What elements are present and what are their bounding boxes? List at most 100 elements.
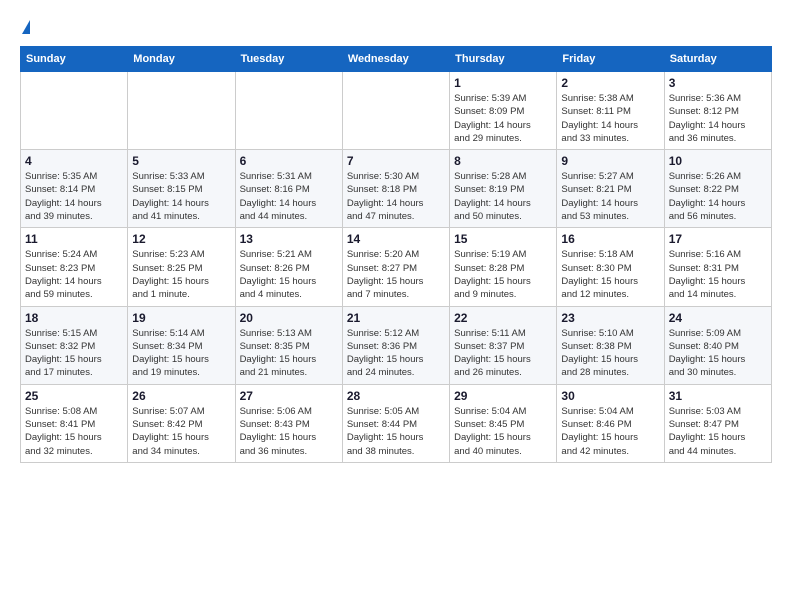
calendar-day-cell: 29Sunrise: 5:04 AMSunset: 8:45 PMDayligh… — [450, 384, 557, 462]
day-info: Sunrise: 5:38 AMSunset: 8:11 PMDaylight:… — [561, 92, 659, 145]
day-number: 15 — [454, 232, 552, 246]
logo-triangle-icon — [22, 20, 30, 34]
calendar-day-cell: 6 Sunrise: 5:31 AMSunset: 8:16 PMDaylight… — [235, 150, 342, 228]
day-info: Sunrise: 5:36 AMSunset: 8:12 PMDaylight:… — [669, 92, 767, 145]
day-info: Sunrise: 5:06 AMSunset: 8:43 PMDaylight:… — [240, 405, 338, 458]
day-info: Sunrise: 5:27 AMSunset: 8:21 PMDaylight:… — [561, 170, 659, 223]
calendar-day-cell — [342, 72, 449, 150]
day-number: 17 — [669, 232, 767, 246]
day-number: 5 — [132, 154, 230, 168]
calendar-week-row: 4 Sunrise: 5:35 AMSunset: 8:14 PMDaylight… — [21, 150, 772, 228]
day-info: Sunrise: 5:12 AMSunset: 8:36 PMDaylight:… — [347, 327, 445, 380]
day-number: 16 — [561, 232, 659, 246]
day-number: 6 — [240, 154, 338, 168]
calendar-day-cell: 17 Sunrise: 5:16 AMSunset: 8:31 PMDayligh… — [664, 228, 771, 306]
calendar-day-cell: 3 Sunrise: 5:36 AMSunset: 8:12 PMDaylight… — [664, 72, 771, 150]
calendar-week-row: 18 Sunrise: 5:15 AMSunset: 8:32 PMDayligh… — [21, 306, 772, 384]
calendar-day-cell: 12 Sunrise: 5:23 AMSunset: 8:25 PMDayligh… — [128, 228, 235, 306]
calendar-day-cell — [128, 72, 235, 150]
day-number: 30 — [561, 389, 659, 403]
day-info: Sunrise: 5:33 AMSunset: 8:15 PMDaylight:… — [132, 170, 230, 223]
day-number: 25 — [25, 389, 123, 403]
day-of-week-header: Monday — [128, 47, 235, 72]
calendar-day-cell: 15 Sunrise: 5:19 AMSunset: 8:28 PMDayligh… — [450, 228, 557, 306]
day-of-week-header: Tuesday — [235, 47, 342, 72]
calendar-day-cell: 24 Sunrise: 5:09 AMSunset: 8:40 PMDayligh… — [664, 306, 771, 384]
day-number: 7 — [347, 154, 445, 168]
day-number: 10 — [669, 154, 767, 168]
day-info: Sunrise: 5:07 AMSunset: 8:42 PMDaylight:… — [132, 405, 230, 458]
day-info: Sunrise: 5:11 AMSunset: 8:37 PMDaylight:… — [454, 327, 552, 380]
calendar-week-row: 1Sunrise: 5:39 AMSunset: 8:09 PMDaylight… — [21, 72, 772, 150]
day-info: Sunrise: 5:28 AMSunset: 8:19 PMDaylight:… — [454, 170, 552, 223]
calendar-day-cell: 10 Sunrise: 5:26 AMSunset: 8:22 PMDayligh… — [664, 150, 771, 228]
day-info: Sunrise: 5:20 AMSunset: 8:27 PMDaylight:… — [347, 248, 445, 301]
day-number: 21 — [347, 311, 445, 325]
header — [20, 20, 772, 36]
day-info: Sunrise: 5:21 AMSunset: 8:26 PMDaylight:… — [240, 248, 338, 301]
day-info: Sunrise: 5:03 AMSunset: 8:47 PMDaylight:… — [669, 405, 767, 458]
calendar-week-row: 11 Sunrise: 5:24 AMSunset: 8:23 PMDayligh… — [21, 228, 772, 306]
day-number: 11 — [25, 232, 123, 246]
day-of-week-header: Wednesday — [342, 47, 449, 72]
day-info: Sunrise: 5:24 AMSunset: 8:23 PMDaylight:… — [25, 248, 123, 301]
calendar-day-cell: 25Sunrise: 5:08 AMSunset: 8:41 PMDayligh… — [21, 384, 128, 462]
day-number: 24 — [669, 311, 767, 325]
calendar-day-cell: 28 Sunrise: 5:05 AMSunset: 8:44 PMDayligh… — [342, 384, 449, 462]
calendar-day-cell: 23Sunrise: 5:10 AMSunset: 8:38 PMDayligh… — [557, 306, 664, 384]
day-of-week-header: Friday — [557, 47, 664, 72]
logo — [20, 20, 30, 36]
day-number: 22 — [454, 311, 552, 325]
calendar-day-cell: 8 Sunrise: 5:28 AMSunset: 8:19 PMDaylight… — [450, 150, 557, 228]
day-info: Sunrise: 5:18 AMSunset: 8:30 PMDaylight:… — [561, 248, 659, 301]
day-info: Sunrise: 5:14 AMSunset: 8:34 PMDaylight:… — [132, 327, 230, 380]
day-info: Sunrise: 5:26 AMSunset: 8:22 PMDaylight:… — [669, 170, 767, 223]
day-info: Sunrise: 5:31 AMSunset: 8:16 PMDaylight:… — [240, 170, 338, 223]
calendar-day-cell: 11 Sunrise: 5:24 AMSunset: 8:23 PMDayligh… — [21, 228, 128, 306]
day-number: 19 — [132, 311, 230, 325]
calendar-day-cell: 30 Sunrise: 5:04 AMSunset: 8:46 PMDayligh… — [557, 384, 664, 462]
page: SundayMondayTuesdayWednesdayThursdayFrid… — [0, 0, 792, 473]
calendar-week-row: 25Sunrise: 5:08 AMSunset: 8:41 PMDayligh… — [21, 384, 772, 462]
day-info: Sunrise: 5:09 AMSunset: 8:40 PMDaylight:… — [669, 327, 767, 380]
day-number: 28 — [347, 389, 445, 403]
day-info: Sunrise: 5:16 AMSunset: 8:31 PMDaylight:… — [669, 248, 767, 301]
day-number: 14 — [347, 232, 445, 246]
calendar-day-cell — [21, 72, 128, 150]
calendar-day-cell: 13Sunrise: 5:21 AMSunset: 8:26 PMDayligh… — [235, 228, 342, 306]
calendar-day-cell: 20 Sunrise: 5:13 AMSunset: 8:35 PMDayligh… — [235, 306, 342, 384]
day-number: 12 — [132, 232, 230, 246]
day-info: Sunrise: 5:23 AMSunset: 8:25 PMDaylight:… — [132, 248, 230, 301]
day-number: 4 — [25, 154, 123, 168]
calendar-day-cell: 31 Sunrise: 5:03 AMSunset: 8:47 PMDayligh… — [664, 384, 771, 462]
day-info: Sunrise: 5:30 AMSunset: 8:18 PMDaylight:… — [347, 170, 445, 223]
calendar-header-row: SundayMondayTuesdayWednesdayThursdayFrid… — [21, 47, 772, 72]
day-number: 27 — [240, 389, 338, 403]
calendar-day-cell: 1Sunrise: 5:39 AMSunset: 8:09 PMDaylight… — [450, 72, 557, 150]
day-number: 20 — [240, 311, 338, 325]
day-of-week-header: Thursday — [450, 47, 557, 72]
calendar-day-cell: 16 Sunrise: 5:18 AMSunset: 8:30 PMDayligh… — [557, 228, 664, 306]
calendar-table: SundayMondayTuesdayWednesdayThursdayFrid… — [20, 46, 772, 463]
day-info: Sunrise: 5:04 AMSunset: 8:46 PMDaylight:… — [561, 405, 659, 458]
day-number: 8 — [454, 154, 552, 168]
calendar-day-cell: 27 Sunrise: 5:06 AMSunset: 8:43 PMDayligh… — [235, 384, 342, 462]
calendar-day-cell: 2 Sunrise: 5:38 AMSunset: 8:11 PMDaylight… — [557, 72, 664, 150]
day-info: Sunrise: 5:13 AMSunset: 8:35 PMDaylight:… — [240, 327, 338, 380]
calendar-day-cell: 9Sunrise: 5:27 AMSunset: 8:21 PMDaylight… — [557, 150, 664, 228]
calendar-day-cell: 21 Sunrise: 5:12 AMSunset: 8:36 PMDayligh… — [342, 306, 449, 384]
day-info: Sunrise: 5:05 AMSunset: 8:44 PMDaylight:… — [347, 405, 445, 458]
day-number: 18 — [25, 311, 123, 325]
day-number: 31 — [669, 389, 767, 403]
day-number: 2 — [561, 76, 659, 90]
calendar-day-cell: 14 Sunrise: 5:20 AMSunset: 8:27 PMDayligh… — [342, 228, 449, 306]
calendar-day-cell: 5 Sunrise: 5:33 AMSunset: 8:15 PMDaylight… — [128, 150, 235, 228]
day-info: Sunrise: 5:39 AMSunset: 8:09 PMDaylight:… — [454, 92, 552, 145]
day-number: 3 — [669, 76, 767, 90]
calendar-day-cell: 22 Sunrise: 5:11 AMSunset: 8:37 PMDayligh… — [450, 306, 557, 384]
day-number: 26 — [132, 389, 230, 403]
day-info: Sunrise: 5:35 AMSunset: 8:14 PMDaylight:… — [25, 170, 123, 223]
day-info: Sunrise: 5:15 AMSunset: 8:32 PMDaylight:… — [25, 327, 123, 380]
day-info: Sunrise: 5:19 AMSunset: 8:28 PMDaylight:… — [454, 248, 552, 301]
day-number: 23 — [561, 311, 659, 325]
